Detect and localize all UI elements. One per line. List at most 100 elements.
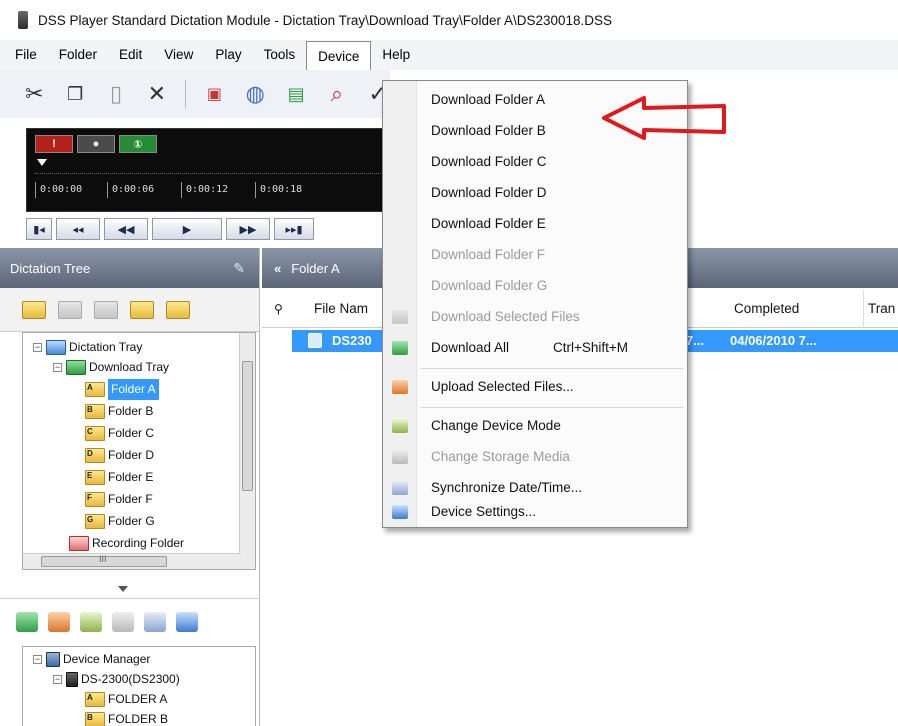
menu-item-label: Download All bbox=[431, 340, 510, 355]
tree-node-folder-a[interactable]: A Folder A bbox=[85, 379, 159, 400]
tree-node-device-folder-a[interactable]: A FOLDER A bbox=[85, 689, 167, 710]
dictation-tree-title: Dictation Tree bbox=[10, 260, 91, 276]
menu-tools[interactable]: Tools bbox=[253, 41, 307, 69]
dictation-file-icon bbox=[308, 333, 322, 348]
completed-cell: 04/06/2010 7... bbox=[730, 333, 817, 348]
menu-folder[interactable]: Folder bbox=[48, 41, 108, 69]
panel-collapse-icon[interactable] bbox=[118, 586, 128, 592]
device-mode-icon[interactable] bbox=[80, 612, 102, 632]
tree-node-device[interactable]: − DS-2300(DS2300) bbox=[53, 669, 180, 690]
menu-edit[interactable]: Edit bbox=[108, 41, 153, 69]
tree-node-label: Folder A bbox=[108, 379, 159, 400]
collapse-icon[interactable]: − bbox=[53, 675, 62, 684]
tree-node-recording-folder[interactable]: Recording Folder bbox=[69, 533, 184, 554]
dictation-tree: − Dictation Tray − Download Tray A Folde… bbox=[22, 332, 256, 570]
storage-media-icon bbox=[392, 450, 408, 464]
tree-node-label: Folder E bbox=[108, 470, 154, 484]
folder-icon[interactable] bbox=[130, 300, 154, 319]
globe-icon[interactable]: ◍ bbox=[243, 80, 268, 108]
delete-icon[interactable]: ✕ bbox=[144, 80, 169, 108]
storage-media-icon[interactable] bbox=[112, 612, 134, 632]
properties-icon[interactable]: ▤ bbox=[284, 80, 309, 108]
tree-node-label: Dictation Tray bbox=[69, 340, 143, 354]
skip-back-button[interactable]: ◂◂ bbox=[56, 218, 100, 240]
cut-icon[interactable]: ✂ bbox=[22, 80, 47, 108]
folder-letter: F bbox=[87, 493, 92, 502]
tree-node-dictation-tray[interactable]: − Dictation Tray bbox=[33, 337, 142, 358]
menu-download-folder-d[interactable]: Download Folder D bbox=[383, 178, 687, 208]
transport-display: ! ● ① 0:00:00 0:00:06 0:00:12 0:00:18 bbox=[26, 128, 386, 212]
comment-column-icon[interactable]: ⚲ bbox=[274, 290, 292, 328]
folder-letter: A bbox=[87, 383, 93, 392]
fast-forward-button[interactable]: ▶▶ bbox=[226, 218, 270, 240]
menu-download-all[interactable]: Download All Ctrl+Shift+M bbox=[383, 333, 687, 363]
rewind-button[interactable]: ◀◀ bbox=[104, 218, 148, 240]
menu-download-folder-g[interactable]: Download Folder G bbox=[383, 271, 687, 301]
collapse-icon[interactable]: − bbox=[33, 655, 42, 664]
column-transcription[interactable]: Tran bbox=[868, 290, 898, 328]
menu-change-device-mode[interactable]: Change Device Mode bbox=[383, 411, 687, 441]
sync-time-icon[interactable] bbox=[144, 612, 166, 632]
find-icon[interactable]: ⌕ bbox=[324, 80, 349, 108]
menu-change-storage-media[interactable]: Change Storage Media bbox=[383, 442, 687, 472]
panel-splitter[interactable] bbox=[0, 598, 260, 599]
tree-node-folder-g[interactable]: G Folder G bbox=[85, 511, 155, 532]
playhead-marker[interactable] bbox=[37, 159, 47, 166]
menu-download-folder-c[interactable]: Download Folder C bbox=[383, 147, 687, 177]
new-folder-icon[interactable] bbox=[22, 300, 46, 319]
tree-node-device-folder-b[interactable]: B FOLDER B bbox=[85, 709, 168, 726]
device-manager-tree: − Device Manager − DS-2300(DS2300) A FOL… bbox=[22, 646, 256, 726]
app-icon bbox=[18, 11, 28, 29]
menu-download-folder-e[interactable]: Download Folder E bbox=[383, 209, 687, 239]
scrollbar-thumb[interactable] bbox=[242, 361, 253, 491]
folder-settings-icon[interactable] bbox=[166, 300, 190, 319]
pin-icon[interactable]: ✎ bbox=[233, 260, 245, 277]
tree-node-folder-d[interactable]: D Folder D bbox=[85, 445, 154, 466]
menu-download-selected-files[interactable]: Download Selected Files bbox=[383, 302, 687, 332]
content-title: Folder A bbox=[291, 260, 340, 276]
folder-icon-disabled[interactable] bbox=[94, 300, 118, 319]
tree-node-label: Folder F bbox=[108, 492, 153, 506]
new-file-icon[interactable]: ▣ bbox=[202, 80, 227, 108]
tree-vertical-scrollbar[interactable] bbox=[239, 333, 255, 569]
left-panel: Dictation Tree ✎ − Dictation Tray − Down… bbox=[0, 248, 260, 726]
skip-forward-button[interactable]: ▸▸▮ bbox=[274, 218, 314, 240]
menu-device-settings[interactable]: Device Settings... bbox=[383, 497, 687, 527]
download-icon[interactable] bbox=[16, 612, 38, 632]
tree-node-folder-b[interactable]: B Folder B bbox=[85, 401, 153, 422]
tree-node-device-manager[interactable]: − Device Manager bbox=[33, 649, 150, 670]
menu-item-label: Download Selected Files bbox=[431, 309, 580, 324]
menu-download-folder-f[interactable]: Download Folder F bbox=[383, 240, 687, 270]
device-toolbar bbox=[0, 604, 260, 640]
menu-device[interactable]: Device bbox=[306, 41, 372, 71]
tree-node-folder-f[interactable]: F Folder F bbox=[85, 489, 153, 510]
menu-play[interactable]: Play bbox=[204, 41, 252, 69]
column-completed[interactable]: Completed bbox=[734, 290, 864, 328]
collapse-icon[interactable]: − bbox=[33, 343, 42, 352]
collapse-icon[interactable]: − bbox=[53, 363, 62, 372]
menu-upload-selected-files[interactable]: Upload Selected Files... bbox=[383, 372, 687, 402]
tree-node-download-tray[interactable]: − Download Tray bbox=[53, 357, 169, 378]
timeline-tick: 0:00:12 bbox=[181, 182, 228, 198]
upload-icon[interactable] bbox=[48, 612, 70, 632]
timeline[interactable]: 0:00:00 0:00:06 0:00:12 0:00:18 bbox=[35, 173, 381, 199]
menu-file[interactable]: File bbox=[4, 41, 48, 69]
dictation-tray-icon bbox=[46, 340, 66, 355]
menu-item-label: Download Folder C bbox=[431, 154, 547, 169]
tree-node-label: Download Tray bbox=[89, 360, 170, 374]
collapse-panel-icon[interactable]: « bbox=[274, 261, 281, 276]
device-settings-icon[interactable] bbox=[176, 612, 198, 632]
menu-help[interactable]: Help bbox=[371, 41, 421, 69]
mic-indicator: ● bbox=[77, 135, 115, 153]
tree-node-folder-e[interactable]: E Folder E bbox=[85, 467, 153, 488]
copy-icon[interactable]: ❐ bbox=[63, 80, 88, 108]
folder-icon-disabled[interactable] bbox=[58, 300, 82, 319]
paste-icon[interactable]: ▯ bbox=[104, 80, 129, 108]
tree-horizontal-scrollbar[interactable]: III bbox=[23, 553, 241, 569]
goto-start-button[interactable]: ▮◂ bbox=[26, 218, 52, 240]
menu-view[interactable]: View bbox=[153, 41, 204, 69]
tree-node-folder-c[interactable]: C Folder C bbox=[85, 423, 154, 444]
play-button[interactable]: ▶ bbox=[152, 218, 222, 240]
device-menu: Download Folder A Download Folder B Down… bbox=[382, 80, 688, 528]
folder-letter: B bbox=[87, 713, 93, 722]
